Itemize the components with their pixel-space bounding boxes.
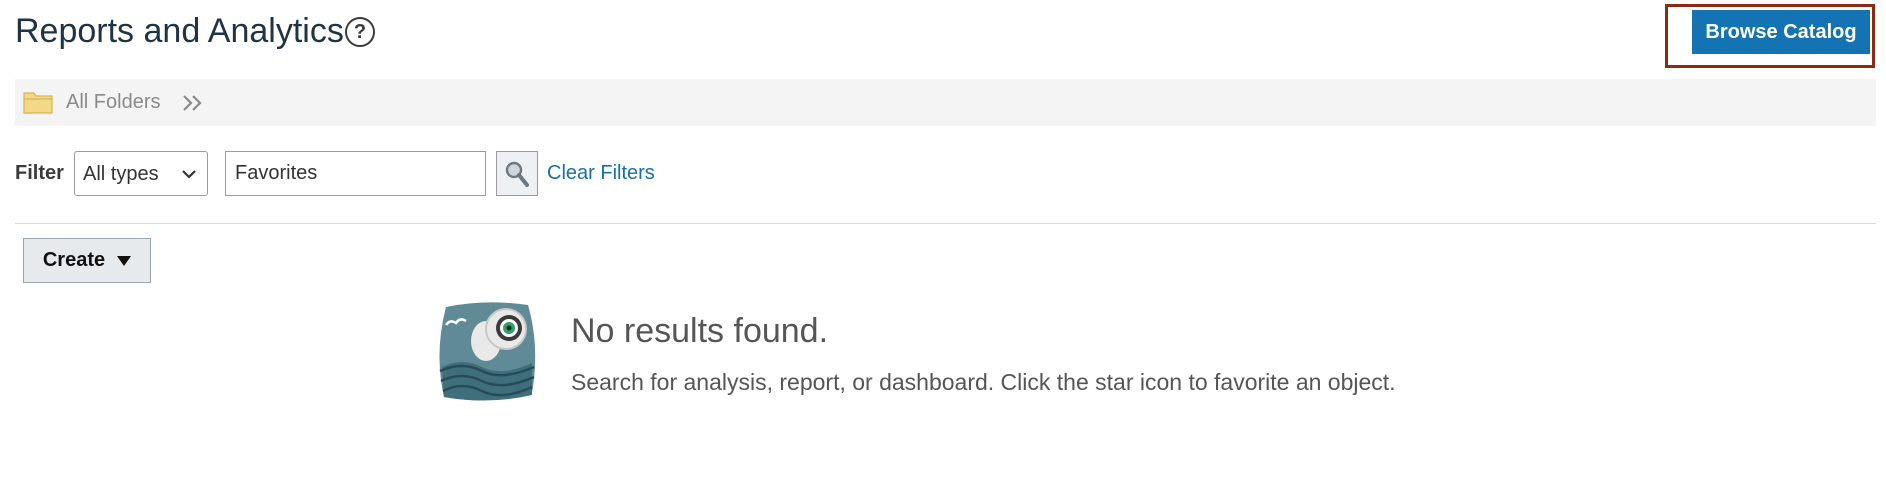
create-button[interactable]: Create — [23, 238, 151, 283]
binoculars-illustration — [439, 302, 536, 401]
filter-label: Filter — [15, 162, 64, 184]
caret-down-icon — [117, 255, 132, 266]
create-label: Create — [42, 249, 106, 271]
clear-filters-link[interactable]: Clear Filters — [547, 162, 655, 185]
empty-state-message: Search for analysis, report, or dashboar… — [571, 369, 1396, 395]
page-title: Reports and Analytics — [15, 12, 344, 50]
double-chevron-right-icon[interactable] — [182, 94, 204, 112]
empty-state-title: No results found. — [571, 312, 829, 350]
divider — [15, 223, 1876, 224]
search-input[interactable] — [225, 151, 486, 196]
type-select-value: All types — [83, 163, 159, 185]
search-icon — [505, 161, 529, 187]
folder-icon[interactable] — [23, 90, 53, 114]
breadcrumb: All Folders — [15, 79, 1876, 126]
browse-catalog-button[interactable]: Browse Catalog — [1692, 10, 1870, 54]
reports-analytics-page: Reports and Analytics ? Browse Catalog A… — [0, 0, 1886, 482]
search-button[interactable] — [496, 151, 538, 196]
type-select[interactable]: All types — [74, 151, 208, 196]
breadcrumb-all-folders[interactable]: All Folders — [66, 91, 160, 114]
chevron-down-icon — [182, 170, 196, 179]
help-circle-icon[interactable]: ? — [345, 17, 375, 47]
help-glyph: ? — [353, 20, 367, 43]
